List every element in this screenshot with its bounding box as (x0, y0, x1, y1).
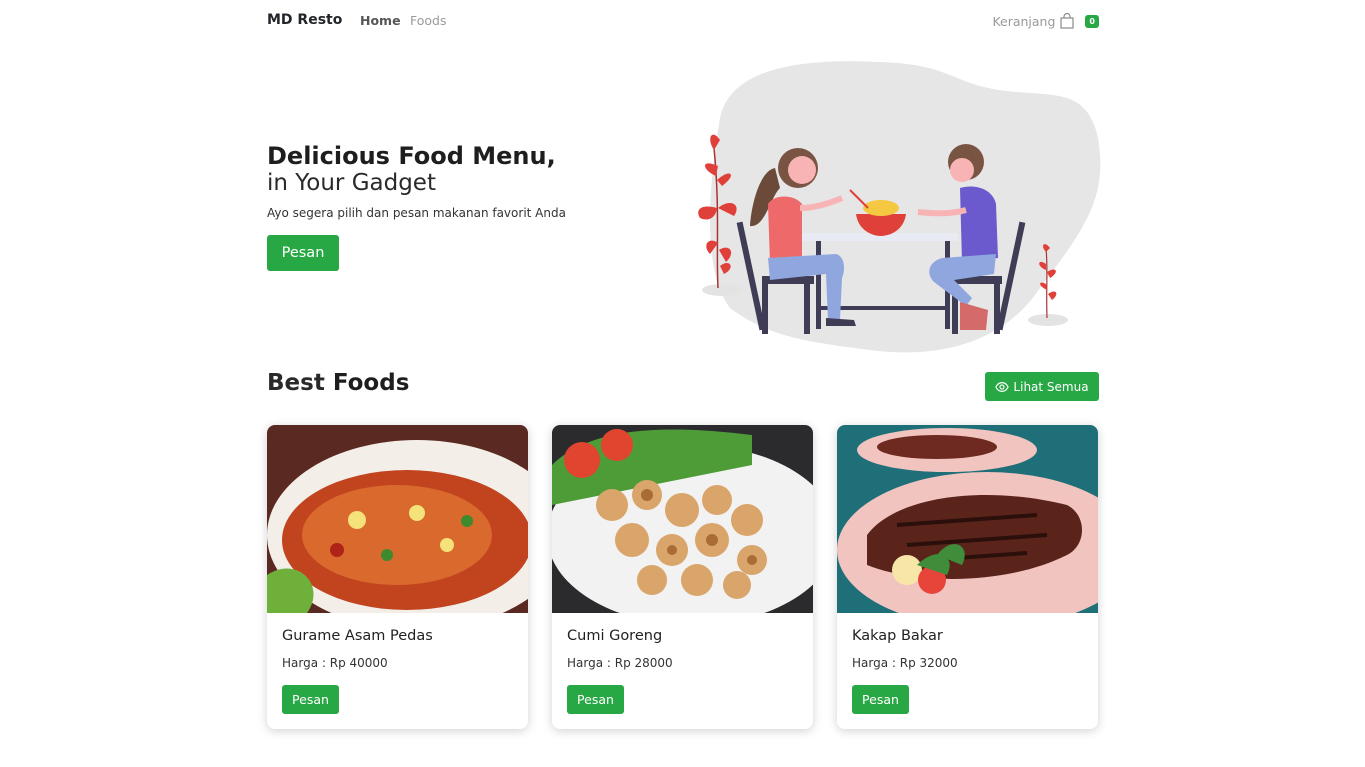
cart-link[interactable]: Keranjang 0 (992, 12, 1099, 30)
food-name: Kakap Bakar (852, 628, 943, 644)
hero-order-button[interactable]: Pesan (267, 235, 339, 271)
shopping-bag-icon (1060, 13, 1075, 29)
food-name: Gurame Asam Pedas (282, 628, 433, 644)
food-card: Cumi Goreng Harga : Rp 28000 Pesan (552, 425, 813, 729)
nav-link-home[interactable]: Home (360, 13, 401, 28)
food-name: Cumi Goreng (567, 628, 663, 644)
cumi-goreng-photo (552, 425, 813, 613)
order-button[interactable]: Pesan (852, 685, 909, 714)
see-all-label: Lihat Semua (1013, 379, 1089, 394)
navbar: MD Resto Home Foods Keranjang 0 (267, 0, 1099, 42)
kakap-bakar-photo (837, 425, 1098, 613)
best-foods-title: Best Foods (267, 370, 409, 396)
eye-icon (995, 381, 1010, 392)
food-card: Gurame Asam Pedas Harga : Rp 40000 Pesan (267, 425, 528, 729)
brand-logo[interactable]: MD Resto (267, 12, 342, 28)
food-price: Harga : Rp 40000 (282, 656, 388, 670)
couple-dining-illustration (698, 61, 1101, 353)
see-all-button[interactable]: Lihat Semua (985, 372, 1099, 401)
order-button[interactable]: Pesan (567, 685, 624, 714)
best-foods-title-prefix: Best (267, 370, 325, 396)
food-price: Harga : Rp 32000 (852, 656, 958, 670)
best-foods-title-bold: Foods (332, 370, 410, 396)
food-price: Harga : Rp 28000 (567, 656, 673, 670)
nav-link-foods[interactable]: Foods (410, 13, 447, 28)
hero-subtitle: in Your Gadget (267, 170, 436, 196)
hero-title: Delicious Food Menu, (267, 142, 556, 170)
cart-label: Keranjang (992, 13, 1056, 29)
hero-description: Ayo segera pilih dan pesan makanan favor… (267, 206, 566, 220)
gurame-asam-pedas-photo (267, 425, 528, 613)
food-card: Kakap Bakar Harga : Rp 32000 Pesan (837, 425, 1098, 729)
order-button[interactable]: Pesan (282, 685, 339, 714)
cart-count-badge: 0 (1085, 14, 1099, 28)
